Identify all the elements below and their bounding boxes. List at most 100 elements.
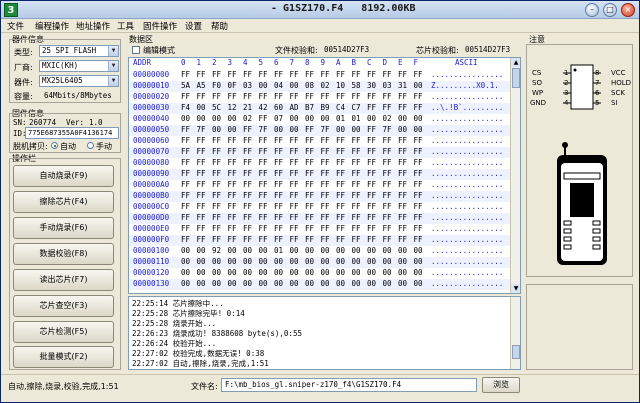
hex-byte[interactable]: FF bbox=[414, 202, 423, 211]
offline-auto-radio[interactable] bbox=[51, 142, 58, 149]
hex-byte[interactable]: FF bbox=[228, 169, 237, 178]
hex-row[interactable]: 00000130 00 00 00 00 00 00 00 00 00 00 00 00 00 00 00 00… bbox=[129, 279, 511, 290]
hex-byte[interactable]: 00 bbox=[414, 81, 423, 90]
hex-byte[interactable]: FF bbox=[290, 147, 299, 156]
hex-byte[interactable]: 00 bbox=[367, 268, 376, 277]
hex-byte[interactable]: 00 bbox=[181, 279, 190, 288]
hex-byte[interactable]: FF bbox=[259, 114, 268, 123]
hex-byte[interactable]: C4 bbox=[336, 103, 345, 112]
hex-byte[interactable]: FF bbox=[181, 202, 190, 211]
hex-byte[interactable]: 60 bbox=[274, 103, 283, 112]
hex-byte[interactable]: 00 bbox=[228, 246, 237, 255]
hex-byte[interactable]: FF bbox=[212, 213, 221, 222]
hex-byte[interactable]: 01 bbox=[336, 114, 345, 123]
hex-byte[interactable]: 00 bbox=[336, 279, 345, 288]
hex-byte[interactable]: FF bbox=[336, 191, 345, 200]
hex-byte[interactable]: FF bbox=[336, 224, 345, 233]
hex-byte[interactable]: 00 bbox=[321, 114, 330, 123]
hex-byte[interactable]: FF bbox=[274, 169, 283, 178]
hex-byte[interactable]: FF bbox=[274, 191, 283, 200]
hex-byte[interactable]: FF bbox=[352, 70, 361, 79]
hex-byte[interactable]: 00 bbox=[290, 81, 299, 90]
hex-byte[interactable]: FF bbox=[259, 235, 268, 244]
hex-byte[interactable]: 00 bbox=[352, 257, 361, 266]
hex-byte[interactable]: 00 bbox=[398, 279, 407, 288]
log-panel[interactable]: 22:25:14 芯片擦除中... 22:25:28 芯片擦除完毕! 0:14 22… bbox=[128, 296, 521, 370]
hex-byte[interactable]: 58 bbox=[352, 81, 361, 90]
hex-byte[interactable]: 00 bbox=[367, 114, 376, 123]
hex-byte[interactable]: 00 bbox=[274, 125, 283, 134]
chip-select[interactable]: MX25L6405 ▼ bbox=[39, 75, 119, 87]
hex-byte[interactable]: FF bbox=[305, 125, 314, 134]
hex-byte[interactable]: 00 bbox=[228, 279, 237, 288]
hex-byte[interactable]: FF bbox=[383, 147, 392, 156]
hex-byte[interactable]: FF bbox=[398, 136, 407, 145]
hex-byte[interactable]: 00 bbox=[212, 125, 221, 134]
hex-row[interactable]: 000000F0 FF FF FF FF FF FF FF FF FF FF FF FF FF FF FF FF… bbox=[129, 235, 511, 246]
hex-byte[interactable]: FF bbox=[259, 180, 268, 189]
hex-byte[interactable]: FF bbox=[243, 92, 252, 101]
hex-byte[interactable]: 00 bbox=[181, 268, 190, 277]
hex-byte[interactable]: 00 bbox=[181, 246, 190, 255]
hex-byte[interactable]: 00 bbox=[305, 114, 314, 123]
hex-byte[interactable]: FF bbox=[367, 191, 376, 200]
hex-byte[interactable]: FF bbox=[336, 169, 345, 178]
hex-byte[interactable]: 00 bbox=[414, 246, 423, 255]
hex-byte[interactable]: FF bbox=[383, 103, 392, 112]
hex-byte[interactable]: FF bbox=[414, 147, 423, 156]
hex-byte[interactable]: FF bbox=[259, 191, 268, 200]
manual-program-button[interactable]: 手动烧录(F6) bbox=[13, 217, 114, 239]
hex-byte[interactable]: FF bbox=[414, 92, 423, 101]
title-bar[interactable]: 3 - G1SZ170.F4 8192.00KB – □ × bbox=[1, 1, 639, 19]
hex-byte[interactable]: 00 bbox=[383, 257, 392, 266]
hex-byte[interactable]: FF bbox=[414, 180, 423, 189]
hex-byte[interactable]: FF bbox=[181, 213, 190, 222]
hex-byte[interactable]: FF bbox=[259, 202, 268, 211]
hex-byte[interactable]: FF bbox=[305, 158, 314, 167]
hex-byte[interactable]: FF bbox=[305, 92, 314, 101]
hex-byte[interactable]: 00 bbox=[305, 268, 314, 277]
hex-byte[interactable]: FF bbox=[367, 103, 376, 112]
hex-byte[interactable]: FF bbox=[259, 136, 268, 145]
hex-byte[interactable]: FF bbox=[383, 180, 392, 189]
hex-byte[interactable]: 0F bbox=[228, 81, 237, 90]
hex-byte[interactable]: FF bbox=[259, 70, 268, 79]
hex-byte[interactable]: 00 bbox=[181, 257, 190, 266]
hex-byte[interactable]: FF bbox=[228, 158, 237, 167]
hex-byte[interactable]: FF bbox=[321, 213, 330, 222]
hex-byte[interactable]: 00 bbox=[290, 114, 299, 123]
hex-byte[interactable]: FF bbox=[181, 235, 190, 244]
hex-byte[interactable]: 00 bbox=[336, 257, 345, 266]
hex-byte[interactable]: FF bbox=[367, 202, 376, 211]
hex-byte[interactable]: FF bbox=[274, 158, 283, 167]
hex-byte[interactable]: FF bbox=[259, 147, 268, 156]
hex-byte[interactable]: FF bbox=[305, 180, 314, 189]
hex-byte[interactable]: 00 bbox=[352, 279, 361, 288]
hex-byte[interactable]: FF bbox=[274, 180, 283, 189]
hex-byte[interactable]: FF bbox=[212, 147, 221, 156]
browse-button[interactable]: 浏览 bbox=[482, 377, 520, 393]
hex-byte[interactable]: FF bbox=[321, 147, 330, 156]
hex-byte[interactable]: 03 bbox=[243, 81, 252, 90]
hex-byte[interactable]: FF bbox=[398, 103, 407, 112]
hex-byte[interactable]: 00 bbox=[197, 103, 206, 112]
hex-byte[interactable]: FF bbox=[228, 191, 237, 200]
hex-byte[interactable]: 00 bbox=[259, 268, 268, 277]
hex-byte[interactable]: FF bbox=[414, 136, 423, 145]
hex-byte[interactable]: FF bbox=[228, 180, 237, 189]
hex-byte[interactable]: 00 bbox=[352, 268, 361, 277]
hex-byte[interactable]: FF bbox=[383, 70, 392, 79]
hex-byte[interactable]: FF bbox=[352, 158, 361, 167]
menu-settings[interactable]: 设置 bbox=[185, 20, 202, 32]
hex-row[interactable]: 000000D0 FF FF FF FF FF FF FF FF FF FF FF FF FF FF FF FF… bbox=[129, 213, 511, 224]
hex-byte[interactable]: FF bbox=[290, 158, 299, 167]
hex-byte[interactable]: FF bbox=[367, 158, 376, 167]
hex-byte[interactable]: FF bbox=[398, 224, 407, 233]
hex-byte[interactable]: FF bbox=[212, 191, 221, 200]
hex-byte[interactable]: FF bbox=[352, 235, 361, 244]
hex-byte[interactable]: A5 bbox=[197, 81, 206, 90]
hex-byte[interactable]: 00 bbox=[398, 246, 407, 255]
hex-row[interactable]: 00000090 FF FF FF FF FF FF FF FF FF FF FF FF FF FF FF FF… bbox=[129, 169, 511, 180]
hex-byte[interactable]: FF bbox=[398, 158, 407, 167]
hex-byte[interactable]: 00 bbox=[259, 246, 268, 255]
